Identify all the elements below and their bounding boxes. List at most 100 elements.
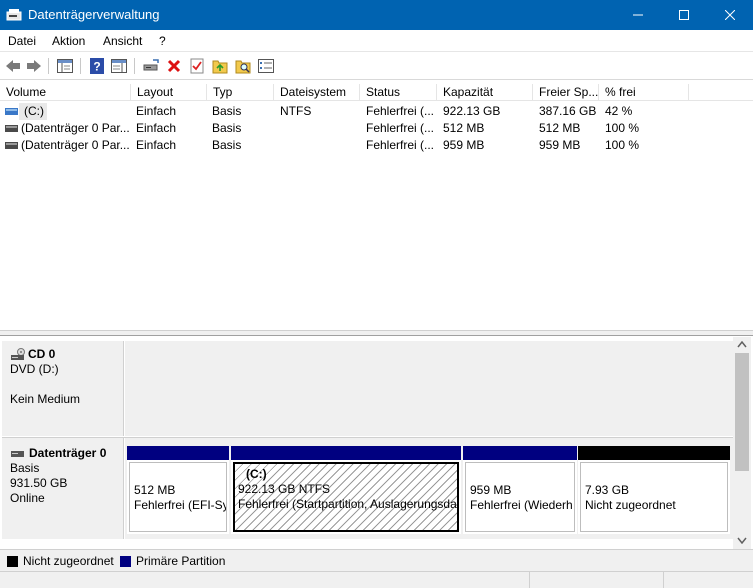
volume-status: Fehlerfrei (...: [366, 104, 435, 118]
volume-icon: [5, 108, 18, 115]
volume-name: (Datenträger 0 Par...: [21, 138, 130, 152]
partition-status: Fehlerfrei (Wiederh: [470, 498, 573, 512]
volume-icon: [5, 142, 18, 149]
scroll-up-icon[interactable]: [737, 341, 747, 348]
column-header-free-space[interactable]: Freier Sp...: [533, 84, 599, 101]
scrollbar-thumb[interactable]: [735, 353, 749, 471]
volume-capacity: 922.13 GB: [443, 104, 501, 118]
volume-row-partition-1[interactable]: (Datenträger 0 Par... Einfach Basis Fehl…: [0, 120, 753, 137]
toolbar: ?: [0, 52, 753, 80]
status-segment: [0, 572, 530, 588]
scroll-down-icon[interactable]: [737, 537, 747, 544]
volume-list-header: Volume Layout Typ Dateisystem Status Kap…: [0, 84, 753, 101]
delete-icon: [167, 59, 181, 73]
import-button[interactable]: [210, 56, 230, 76]
minimize-icon: [633, 14, 643, 16]
volume-capacity: 959 MB: [443, 138, 485, 152]
check-button[interactable]: [187, 56, 207, 76]
volume-free-space: 512 MB: [539, 121, 581, 135]
legend-bar: Nicht zugeordnet Primäre Partition: [0, 549, 753, 571]
menu-help[interactable]: ?: [159, 34, 166, 48]
partition-band: [127, 446, 229, 460]
partition-title: (C:): [246, 467, 267, 481]
status-segment: [530, 572, 664, 588]
back-button[interactable]: [3, 56, 23, 76]
volume-type: Basis: [212, 104, 242, 118]
disk-pane-scrollbar[interactable]: [733, 337, 751, 549]
column-header-type[interactable]: Typ: [207, 84, 274, 101]
volume-name: (Datenträger 0 Par...: [21, 121, 130, 135]
volume-percent-free: 100 %: [605, 138, 640, 152]
partition-efi[interactable]: 512 MB Fehlerfrei (EFI-Sy: [127, 446, 229, 534]
column-header-volume[interactable]: Volume: [0, 84, 131, 101]
console-tree-icon: [57, 59, 73, 73]
disk-header: Datenträger 0: [10, 446, 123, 461]
search-icon: [235, 60, 251, 74]
volume-status: Fehlerfrei (...: [366, 138, 435, 152]
pane-splitter[interactable]: [0, 330, 753, 336]
legend-label: Primäre Partition: [136, 554, 226, 568]
volume-row-c[interactable]: (C:) Einfach Basis NTFS Fehlerfrei (... …: [0, 103, 753, 120]
partition-size: 512 MB: [134, 483, 176, 497]
forward-button[interactable]: [24, 56, 44, 76]
properties-panel-button[interactable]: [109, 56, 129, 76]
partition-band: [231, 446, 461, 460]
back-arrow-icon: [6, 60, 20, 72]
column-header-layout[interactable]: Layout: [131, 84, 207, 101]
column-header-filesystem[interactable]: Dateisystem: [274, 84, 360, 101]
close-icon: [725, 10, 735, 20]
search-button[interactable]: [233, 56, 253, 76]
volume-free-space: 387.16 GB: [539, 104, 597, 118]
partition-recovery[interactable]: 959 MB Fehlerfrei (Wiederh: [463, 446, 577, 534]
connect-drive-button[interactable]: [141, 56, 161, 76]
disk-size: 931.50 GB: [10, 476, 68, 490]
toolbar-separator: [134, 58, 135, 74]
help-button[interactable]: ?: [87, 56, 107, 76]
help-icon: ?: [90, 58, 104, 74]
toolbar-separator: [80, 58, 81, 74]
delete-button[interactable]: [164, 56, 184, 76]
minimize-button[interactable]: [615, 0, 661, 30]
forward-arrow-icon: [27, 60, 41, 72]
close-button[interactable]: [707, 0, 753, 30]
partition-status: Nicht zugeordnet: [585, 498, 676, 512]
maximize-icon: [679, 10, 689, 20]
partition-body: 959 MB Fehlerfrei (Wiederh: [465, 462, 575, 532]
volume-row-partition-2[interactable]: (Datenträger 0 Par... Einfach Basis Fehl…: [0, 137, 753, 154]
partition-band: [463, 446, 577, 460]
menu-file[interactable]: Datei: [8, 34, 36, 48]
maximize-button[interactable]: [661, 0, 707, 30]
hard-disk-icon: [11, 450, 24, 457]
partition-status: Fehlerfrei (EFI-Sy: [134, 498, 227, 512]
disk-layout-pane: CD 0 DVD (D:) Kein Medium Datenträger 0 …: [0, 337, 753, 549]
volume-type: Basis: [212, 138, 242, 152]
disk-row-cd0: CD 0 DVD (D:) Kein Medium: [2, 341, 733, 436]
show-hide-tree-button[interactable]: [55, 56, 75, 76]
status-segment: [664, 572, 753, 588]
partition-body: (C:) 922.13 GB NTFS Fehlerfrei (Startpar…: [233, 462, 459, 532]
column-header-percent-free[interactable]: % frei: [599, 84, 689, 101]
column-header-capacity[interactable]: Kapazität: [437, 84, 533, 101]
disk-label-disk0[interactable]: Datenträger 0 Basis 931.50 GB Online: [2, 438, 124, 539]
volume-layout: Einfach: [136, 121, 177, 135]
settings-list-button[interactable]: [256, 56, 276, 76]
disk-name: Datenträger 0: [29, 446, 107, 460]
legend-primary: Primäre Partition: [120, 554, 225, 568]
menu-view[interactable]: Ansicht: [103, 34, 142, 48]
partition-c[interactable]: (C:) 922.13 GB NTFS Fehlerfrei (Startpar…: [231, 446, 461, 534]
disk-drive: DVD (D:): [10, 362, 59, 376]
volume-name: (C:): [24, 104, 44, 118]
disk-type: Basis: [10, 461, 40, 475]
volume-filesystem: NTFS: [280, 104, 312, 118]
disk-label-cd0[interactable]: CD 0 DVD (D:) Kein Medium: [2, 341, 124, 436]
partition-size: 7.93 GB: [585, 483, 630, 497]
menu-action[interactable]: Aktion: [52, 34, 85, 48]
window-title: Datenträgerverwaltung: [28, 7, 160, 22]
partition-unallocated[interactable]: 7.93 GB Nicht zugeordnet: [578, 446, 730, 534]
svg-text:?: ?: [93, 60, 100, 74]
column-header-status[interactable]: Status: [360, 84, 437, 101]
check-icon: [190, 58, 204, 74]
connect-drive-icon: [143, 59, 159, 71]
partition-body: 512 MB Fehlerfrei (EFI-Sy: [129, 462, 227, 532]
partition-size: 922.13 GB NTFS: [238, 482, 331, 496]
